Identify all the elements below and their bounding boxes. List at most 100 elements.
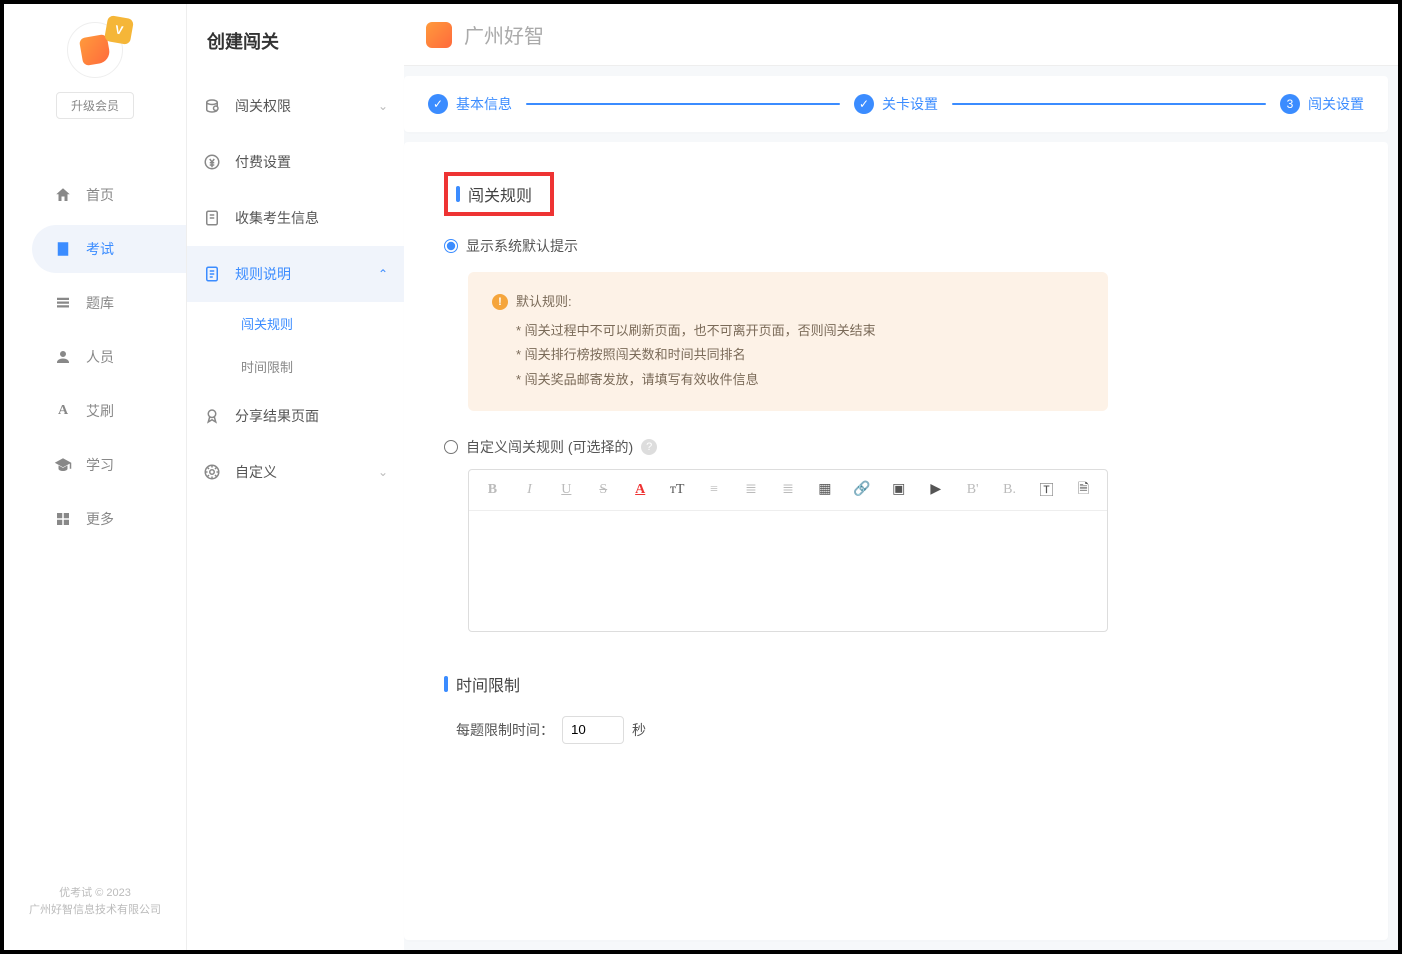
sub-item-rules[interactable]: 规则说明 ⌃	[187, 246, 404, 302]
table-icon[interactable]: ▦	[815, 481, 834, 498]
info-line: * 闯关排行榜按照闯关数和时间共同排名	[492, 343, 1084, 368]
footer: 优考试 © 2023 广州好智信息技术有限公司	[29, 885, 161, 950]
chevron-up-icon: ⌃	[378, 267, 388, 281]
main-panel: 闯关规则 显示系统默认提示 ! 默认规则: * 闯关过程中不可以刷新页面，也不可…	[404, 142, 1388, 940]
list-ul-icon[interactable]: ≣	[779, 481, 798, 498]
nav-item-more[interactable]: 更多	[4, 495, 186, 543]
chevron-down-icon: ⌄	[378, 465, 388, 479]
help-icon[interactable]: ?	[641, 439, 657, 455]
sub-sidebar: 创建闯关 闯关权限 ⌄ 付费设置 收集考生信息 规则说明 ⌃ 闯关规则 时间限制	[186, 4, 404, 950]
text-box-icon[interactable]: 🅃	[1037, 480, 1056, 500]
nav-item-label: 考试	[86, 239, 114, 259]
nav-item-home[interactable]: 首页	[4, 171, 186, 219]
vip-badge-icon: V	[104, 15, 134, 45]
step-label: 闯关设置	[1308, 94, 1364, 114]
nav-item-bank[interactable]: 题库	[4, 279, 186, 327]
badge-icon	[203, 407, 221, 425]
bold-icon[interactable]: B	[483, 482, 502, 498]
info-icon: !	[492, 294, 508, 310]
font-color-icon[interactable]: A	[631, 482, 650, 498]
radio-default-rules[interactable]: 显示系统默认提示	[444, 236, 1348, 256]
sub-item-permission[interactable]: 闯关权限 ⌄	[187, 78, 404, 134]
video-icon[interactable]: ▶	[926, 481, 945, 498]
info-line: * 闯关过程中不可以刷新页面，也不可离开页面，否则闯关结束	[492, 319, 1084, 344]
radio-default-input[interactable]	[444, 239, 458, 253]
font-size-icon[interactable]: ᴛT	[668, 482, 687, 498]
form-icon	[203, 209, 221, 227]
check-icon	[428, 94, 448, 114]
time-unit: 秒	[632, 720, 646, 740]
home-icon	[54, 186, 72, 204]
section-rules-highlight: 闯关规则	[444, 172, 554, 216]
sub-item-label: 规则说明	[235, 264, 291, 284]
nav-item-label: 艾刷	[86, 401, 114, 421]
bank-icon	[54, 294, 72, 312]
section-title: 闯关规则	[468, 182, 532, 206]
nav-item-label: 人员	[86, 347, 114, 367]
gear-icon	[203, 463, 221, 481]
time-input[interactable]	[562, 716, 624, 744]
section-bar-icon	[456, 186, 460, 202]
strike-icon[interactable]: S	[594, 482, 613, 498]
sub-item-pay[interactable]: 付费设置	[187, 134, 404, 190]
nav-item-exam[interactable]: 考试	[32, 225, 186, 273]
sub-child-rules[interactable]: 闯关规则	[187, 302, 404, 345]
time-label: 每题限制时间：	[456, 720, 554, 740]
main-nav: V 升级会员 首页 考试 题库 人员 A 艾刷	[4, 4, 186, 950]
file-icon[interactable]: 🗎	[1074, 478, 1093, 502]
sub-item-custom[interactable]: 自定义 ⌄	[187, 444, 404, 500]
italic-icon[interactable]: I	[520, 482, 539, 498]
check-icon	[854, 94, 874, 114]
footer-line2: 广州好智信息技术有限公司	[29, 902, 161, 920]
grid-icon	[54, 510, 72, 528]
b-sub-icon[interactable]: B.	[1000, 482, 1019, 498]
nav-item-label: 首页	[86, 185, 114, 205]
list-ol-icon[interactable]: ≣	[742, 481, 761, 498]
radio-label: 自定义闯关规则 (可选择的)	[466, 437, 633, 457]
rte-body[interactable]	[469, 511, 1107, 631]
org-logo-icon	[426, 22, 452, 48]
step-label: 基本信息	[456, 94, 512, 114]
sub-item-share[interactable]: 分享结果页面	[187, 388, 404, 444]
info-line: * 闯关奖品邮寄发放，请填写有效收件信息	[492, 368, 1084, 393]
footer-line1: 优考试 © 2023	[29, 885, 161, 903]
radio-custom-rules[interactable]: 自定义闯关规则 (可选择的) ?	[444, 437, 1348, 457]
upgrade-button[interactable]: 升级会员	[56, 92, 134, 119]
b-alt-icon[interactable]: B'	[963, 482, 982, 498]
letter-a-icon: A	[54, 402, 72, 420]
step-basic-info[interactable]: 基本信息	[428, 94, 512, 114]
sub-item-label: 闯关权限	[235, 96, 291, 116]
nav-item-people[interactable]: 人员	[4, 333, 186, 381]
exam-icon	[54, 240, 72, 258]
section-time-title: 时间限制	[444, 672, 1348, 696]
nav-item-aishua[interactable]: A 艾刷	[4, 387, 186, 435]
section-bar-icon	[444, 676, 448, 692]
content-area: 广州好智 基本信息 关卡设置 3 闯关设置 闯关规则	[404, 4, 1398, 950]
steps-bar: 基本信息 关卡设置 3 闯关设置	[404, 76, 1388, 132]
image-icon[interactable]: ▣	[889, 481, 908, 498]
sub-item-label: 收集考生信息	[235, 208, 319, 228]
step-label: 关卡设置	[882, 94, 938, 114]
yen-icon	[203, 153, 221, 171]
sub-sidebar-title: 创建闯关	[187, 4, 404, 78]
sub-child-time[interactable]: 时间限制	[187, 345, 404, 388]
graduation-icon	[54, 456, 72, 474]
link-icon[interactable]: 🔗	[852, 481, 871, 498]
nav-item-label: 题库	[86, 293, 114, 313]
nav-item-learn[interactable]: 学习	[4, 441, 186, 489]
step-challenge-settings[interactable]: 3 闯关设置	[1280, 94, 1364, 114]
brand-logo: V	[67, 22, 123, 78]
step-level-settings[interactable]: 关卡设置	[854, 94, 938, 114]
step-number-icon: 3	[1280, 94, 1300, 114]
default-rules-box: ! 默认规则: * 闯关过程中不可以刷新页面，也不可离开页面，否则闯关结束 * …	[468, 272, 1108, 411]
rules-icon	[203, 265, 221, 283]
nav-item-label: 学习	[86, 455, 114, 475]
radio-custom-input[interactable]	[444, 440, 458, 454]
rte-toolbar: B I U S A ᴛT ≡ ≣ ≣ ▦ 🔗 ▣ ▶ B' B. 🅃 🗎	[469, 470, 1107, 511]
info-head-text: 默认规则:	[516, 290, 572, 315]
align-icon[interactable]: ≡	[705, 482, 724, 498]
underline-icon[interactable]: U	[557, 482, 576, 498]
sub-item-collect[interactable]: 收集考生信息	[187, 190, 404, 246]
radio-label: 显示系统默认提示	[466, 236, 578, 256]
section-title: 时间限制	[456, 672, 520, 696]
